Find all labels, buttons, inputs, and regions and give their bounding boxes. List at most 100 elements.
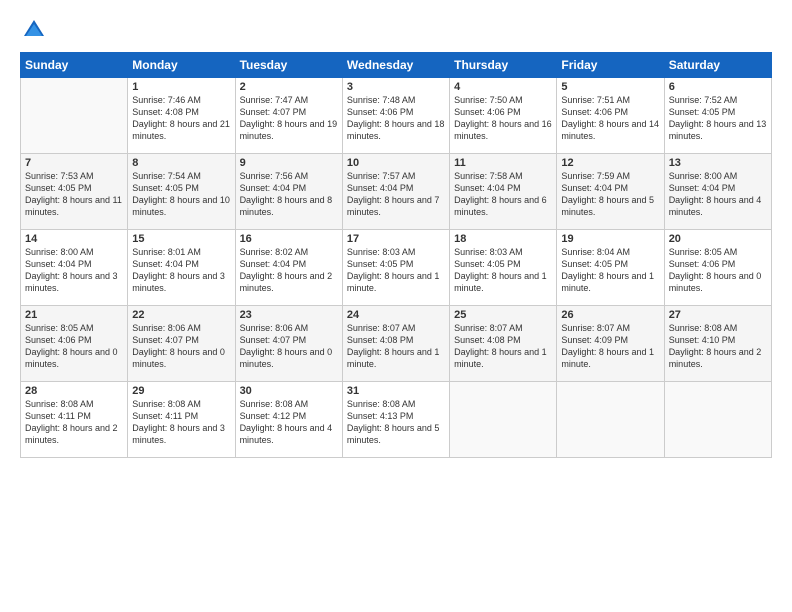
day-number: 12	[561, 157, 659, 169]
calendar-cell: 26Sunrise: 8:07 AMSunset: 4:09 PMDayligh…	[557, 306, 664, 382]
day-info: Sunrise: 8:07 AMSunset: 4:08 PMDaylight:…	[347, 322, 445, 371]
day-number: 2	[240, 81, 338, 93]
day-number: 17	[347, 233, 445, 245]
day-number: 13	[669, 157, 767, 169]
day-info: Sunrise: 8:06 AMSunset: 4:07 PMDaylight:…	[132, 322, 230, 371]
weekday-header-sunday: Sunday	[21, 53, 128, 78]
day-info: Sunrise: 7:50 AMSunset: 4:06 PMDaylight:…	[454, 94, 552, 143]
day-number: 8	[132, 157, 230, 169]
day-info: Sunrise: 8:00 AMSunset: 4:04 PMDaylight:…	[25, 246, 123, 295]
day-info: Sunrise: 8:06 AMSunset: 4:07 PMDaylight:…	[240, 322, 338, 371]
day-number: 31	[347, 385, 445, 397]
day-number: 26	[561, 309, 659, 321]
calendar-cell: 16Sunrise: 8:02 AMSunset: 4:04 PMDayligh…	[235, 230, 342, 306]
day-info: Sunrise: 7:46 AMSunset: 4:08 PMDaylight:…	[132, 94, 230, 143]
day-number: 23	[240, 309, 338, 321]
calendar-cell: 9Sunrise: 7:56 AMSunset: 4:04 PMDaylight…	[235, 154, 342, 230]
calendar-cell: 14Sunrise: 8:00 AMSunset: 4:04 PMDayligh…	[21, 230, 128, 306]
day-number: 6	[669, 81, 767, 93]
logo-icon	[20, 16, 48, 44]
calendar-cell: 8Sunrise: 7:54 AMSunset: 4:05 PMDaylight…	[128, 154, 235, 230]
day-number: 4	[454, 81, 552, 93]
day-info: Sunrise: 8:08 AMSunset: 4:11 PMDaylight:…	[25, 398, 123, 447]
calendar-week-row: 28Sunrise: 8:08 AMSunset: 4:11 PMDayligh…	[21, 382, 772, 458]
day-info: Sunrise: 8:01 AMSunset: 4:04 PMDaylight:…	[132, 246, 230, 295]
calendar-cell: 20Sunrise: 8:05 AMSunset: 4:06 PMDayligh…	[664, 230, 771, 306]
calendar-week-row: 1Sunrise: 7:46 AMSunset: 4:08 PMDaylight…	[21, 78, 772, 154]
weekday-header-monday: Monday	[128, 53, 235, 78]
calendar-cell: 19Sunrise: 8:04 AMSunset: 4:05 PMDayligh…	[557, 230, 664, 306]
calendar-cell: 24Sunrise: 8:07 AMSunset: 4:08 PMDayligh…	[342, 306, 449, 382]
day-info: Sunrise: 8:05 AMSunset: 4:06 PMDaylight:…	[25, 322, 123, 371]
day-info: Sunrise: 7:53 AMSunset: 4:05 PMDaylight:…	[25, 170, 123, 219]
weekday-header-friday: Friday	[557, 53, 664, 78]
day-number: 27	[669, 309, 767, 321]
calendar-cell	[21, 78, 128, 154]
day-info: Sunrise: 8:00 AMSunset: 4:04 PMDaylight:…	[669, 170, 767, 219]
day-info: Sunrise: 7:52 AMSunset: 4:05 PMDaylight:…	[669, 94, 767, 143]
calendar-cell: 25Sunrise: 8:07 AMSunset: 4:08 PMDayligh…	[450, 306, 557, 382]
calendar-cell: 22Sunrise: 8:06 AMSunset: 4:07 PMDayligh…	[128, 306, 235, 382]
day-number: 21	[25, 309, 123, 321]
day-number: 24	[347, 309, 445, 321]
calendar-table: SundayMondayTuesdayWednesdayThursdayFrid…	[20, 52, 772, 458]
calendar-cell: 5Sunrise: 7:51 AMSunset: 4:06 PMDaylight…	[557, 78, 664, 154]
calendar-week-row: 21Sunrise: 8:05 AMSunset: 4:06 PMDayligh…	[21, 306, 772, 382]
day-number: 10	[347, 157, 445, 169]
day-info: Sunrise: 7:57 AMSunset: 4:04 PMDaylight:…	[347, 170, 445, 219]
weekday-header-thursday: Thursday	[450, 53, 557, 78]
day-number: 15	[132, 233, 230, 245]
weekday-header-wednesday: Wednesday	[342, 53, 449, 78]
calendar-cell	[664, 382, 771, 458]
day-number: 30	[240, 385, 338, 397]
day-number: 9	[240, 157, 338, 169]
day-info: Sunrise: 8:03 AMSunset: 4:05 PMDaylight:…	[454, 246, 552, 295]
calendar-cell: 18Sunrise: 8:03 AMSunset: 4:05 PMDayligh…	[450, 230, 557, 306]
day-number: 28	[25, 385, 123, 397]
day-number: 22	[132, 309, 230, 321]
day-number: 20	[669, 233, 767, 245]
calendar-cell: 31Sunrise: 8:08 AMSunset: 4:13 PMDayligh…	[342, 382, 449, 458]
calendar-cell: 17Sunrise: 8:03 AMSunset: 4:05 PMDayligh…	[342, 230, 449, 306]
day-info: Sunrise: 8:07 AMSunset: 4:09 PMDaylight:…	[561, 322, 659, 371]
day-number: 3	[347, 81, 445, 93]
day-info: Sunrise: 7:58 AMSunset: 4:04 PMDaylight:…	[454, 170, 552, 219]
page-container: SundayMondayTuesdayWednesdayThursdayFrid…	[0, 0, 792, 612]
day-info: Sunrise: 7:59 AMSunset: 4:04 PMDaylight:…	[561, 170, 659, 219]
day-info: Sunrise: 8:03 AMSunset: 4:05 PMDaylight:…	[347, 246, 445, 295]
weekday-header-row: SundayMondayTuesdayWednesdayThursdayFrid…	[21, 53, 772, 78]
calendar-cell: 21Sunrise: 8:05 AMSunset: 4:06 PMDayligh…	[21, 306, 128, 382]
header	[20, 16, 772, 44]
calendar-cell: 1Sunrise: 7:46 AMSunset: 4:08 PMDaylight…	[128, 78, 235, 154]
calendar-cell: 29Sunrise: 8:08 AMSunset: 4:11 PMDayligh…	[128, 382, 235, 458]
day-info: Sunrise: 8:07 AMSunset: 4:08 PMDaylight:…	[454, 322, 552, 371]
day-number: 5	[561, 81, 659, 93]
calendar-week-row: 7Sunrise: 7:53 AMSunset: 4:05 PMDaylight…	[21, 154, 772, 230]
calendar-cell: 10Sunrise: 7:57 AMSunset: 4:04 PMDayligh…	[342, 154, 449, 230]
calendar-cell: 12Sunrise: 7:59 AMSunset: 4:04 PMDayligh…	[557, 154, 664, 230]
calendar-cell: 15Sunrise: 8:01 AMSunset: 4:04 PMDayligh…	[128, 230, 235, 306]
day-number: 25	[454, 309, 552, 321]
calendar-cell: 11Sunrise: 7:58 AMSunset: 4:04 PMDayligh…	[450, 154, 557, 230]
calendar-cell: 13Sunrise: 8:00 AMSunset: 4:04 PMDayligh…	[664, 154, 771, 230]
logo	[20, 16, 52, 44]
day-number: 18	[454, 233, 552, 245]
calendar-cell: 2Sunrise: 7:47 AMSunset: 4:07 PMDaylight…	[235, 78, 342, 154]
day-number: 14	[25, 233, 123, 245]
calendar-cell: 4Sunrise: 7:50 AMSunset: 4:06 PMDaylight…	[450, 78, 557, 154]
day-info: Sunrise: 7:47 AMSunset: 4:07 PMDaylight:…	[240, 94, 338, 143]
weekday-header-tuesday: Tuesday	[235, 53, 342, 78]
day-number: 11	[454, 157, 552, 169]
calendar-cell: 6Sunrise: 7:52 AMSunset: 4:05 PMDaylight…	[664, 78, 771, 154]
day-info: Sunrise: 7:56 AMSunset: 4:04 PMDaylight:…	[240, 170, 338, 219]
day-number: 29	[132, 385, 230, 397]
day-info: Sunrise: 8:05 AMSunset: 4:06 PMDaylight:…	[669, 246, 767, 295]
day-number: 7	[25, 157, 123, 169]
calendar-cell: 27Sunrise: 8:08 AMSunset: 4:10 PMDayligh…	[664, 306, 771, 382]
day-info: Sunrise: 8:08 AMSunset: 4:11 PMDaylight:…	[132, 398, 230, 447]
weekday-header-saturday: Saturday	[664, 53, 771, 78]
calendar-cell: 3Sunrise: 7:48 AMSunset: 4:06 PMDaylight…	[342, 78, 449, 154]
calendar-cell: 28Sunrise: 8:08 AMSunset: 4:11 PMDayligh…	[21, 382, 128, 458]
calendar-cell: 30Sunrise: 8:08 AMSunset: 4:12 PMDayligh…	[235, 382, 342, 458]
day-number: 1	[132, 81, 230, 93]
